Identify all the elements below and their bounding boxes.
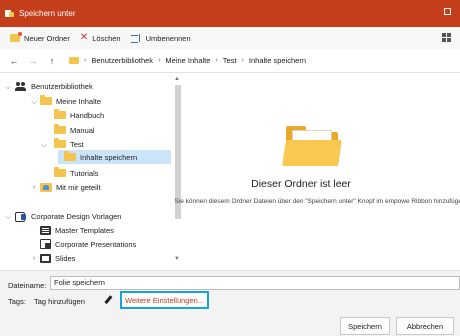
- chevron-down-icon[interactable]: ⌵: [4, 84, 12, 92]
- back-icon[interactable]: ←: [9, 56, 19, 66]
- new-folder-label: Neuer Ordner: [24, 33, 70, 43]
- more-settings-link[interactable]: Weitere Einstellungen...: [120, 291, 210, 309]
- breadcrumb-item[interactable]: Meine Inhalte: [165, 56, 210, 65]
- chevron-right-icon[interactable]: ›: [30, 255, 38, 262]
- tree-item-label: Benutzerbibliothek: [31, 81, 93, 91]
- forward-icon[interactable]: →: [28, 56, 38, 66]
- tree-item-tutorials[interactable]: Tutorials: [54, 166, 98, 180]
- scroll-down-icon[interactable]: ▼: [174, 256, 180, 262]
- tree-item-label: Slides: [55, 253, 76, 263]
- save-button[interactable]: Speichern: [340, 317, 390, 335]
- breadcrumb-separator: ›: [241, 57, 244, 64]
- breadcrumb-item[interactable]: Benutzerbibliothek: [91, 56, 153, 65]
- tree-item-label: Manual: [70, 125, 95, 135]
- toolbar: Neuer Ordner ✕ Löschen Umbenennen: [0, 27, 460, 49]
- folder-icon: [54, 138, 66, 148]
- empty-state-description: Sie können diesem Ordner Dateien über de…: [174, 198, 460, 205]
- breadcrumb-separator: ›: [158, 57, 161, 64]
- tree-item-label: Mit mir geteilt: [56, 182, 101, 192]
- breadcrumb-item[interactable]: Test: [223, 56, 237, 65]
- folder-tree: ⌵ Benutzerbibliothek ⌵ Meine Inhalte Han…: [0, 74, 184, 264]
- tree-item-test[interactable]: Test: [54, 137, 84, 151]
- people-icon: [15, 81, 27, 91]
- delete-icon: ✕: [79, 32, 89, 43]
- title-bar: Speichern unter: [0, 0, 460, 27]
- rename-icon: [130, 34, 142, 43]
- tree-item-my-content[interactable]: Meine Inhalte: [40, 94, 101, 108]
- window-title: Speichern unter: [19, 9, 76, 18]
- more-settings-label: Weitere Einstellungen...: [125, 295, 205, 305]
- tree-item-master-templates[interactable]: Master Templates: [40, 223, 114, 237]
- filename-input[interactable]: Folie speichern: [50, 276, 460, 290]
- tree-item-shared-with-me[interactable]: Mit mir geteilt: [40, 180, 101, 194]
- folder-icon: [54, 124, 66, 134]
- tree-item-manual[interactable]: Manual: [54, 123, 95, 137]
- tree-item-label: Inhalte speichern: [80, 152, 138, 162]
- app-icon: [5, 9, 14, 18]
- tags-label: Tags:: [8, 297, 26, 306]
- address-bar: ← → ↑ › Benutzerbibliothek › Meine Inhal…: [0, 49, 460, 73]
- tree-item-label: Corporate Design Vorlagen: [31, 211, 122, 221]
- folder-icon: [40, 95, 52, 105]
- tree-item-label: Test: [70, 139, 84, 149]
- add-tag-link[interactable]: Tag hinzufügen: [34, 297, 85, 306]
- tree-item-user-library[interactable]: Benutzerbibliothek: [15, 79, 93, 93]
- maximize-button[interactable]: [444, 8, 451, 15]
- breadcrumb-item[interactable]: Inhalte speichern: [249, 56, 306, 65]
- slides-icon: [40, 253, 51, 263]
- library-icon: [15, 211, 27, 222]
- tree-item-label: Corporate Presentations: [55, 239, 137, 249]
- folder-icon: [64, 151, 76, 161]
- tree-item-handbuch[interactable]: Handbuch: [54, 108, 104, 122]
- tree-item-corporate-presentations[interactable]: Corporate Presentations: [40, 237, 136, 251]
- rename-label: Umbenennen: [145, 33, 191, 43]
- empty-state-title: Dieser Ordner ist leer: [251, 178, 351, 190]
- rename-button[interactable]: Umbenennen: [130, 30, 191, 46]
- breadcrumb-separator: ›: [215, 57, 218, 64]
- tree-item-label: Tutorials: [70, 168, 99, 178]
- folder-icon: [69, 57, 79, 64]
- tree-item-corporate-design[interactable]: Corporate Design Vorlagen: [15, 209, 121, 223]
- filename-label: Dateiname:: [8, 281, 47, 290]
- delete-button[interactable]: ✕ Löschen: [80, 30, 121, 46]
- breadcrumb-separator: ›: [84, 57, 87, 64]
- folder-icon: [54, 167, 66, 177]
- tree-item-save-content[interactable]: Inhalte speichern: [58, 150, 171, 164]
- pencil-icon[interactable]: [104, 296, 112, 304]
- chevron-down-icon[interactable]: ⌵: [40, 142, 48, 150]
- empty-folder-icon: [282, 126, 342, 166]
- save-footer: Dateiname: Folie speichern Tags: Tag hin…: [0, 270, 460, 336]
- delete-label: Löschen: [92, 33, 121, 43]
- template-icon: [40, 225, 51, 235]
- tree-item-label: Master Templates: [55, 225, 115, 235]
- new-folder-button[interactable]: Neuer Ordner: [10, 30, 70, 46]
- folder-icon: [54, 109, 66, 119]
- chevron-down-icon[interactable]: ⌵: [30, 99, 38, 107]
- sidebar-scrollbar[interactable]: ▲ ▼: [173, 74, 182, 264]
- cancel-button[interactable]: Abbrechen: [396, 317, 454, 335]
- up-icon[interactable]: ↑: [47, 56, 57, 66]
- shared-folder-icon: [40, 182, 52, 192]
- tree-item-label: Handbuch: [70, 110, 105, 120]
- tree-item-slides[interactable]: Slides: [40, 251, 75, 264]
- presentation-icon: [40, 239, 51, 249]
- scroll-up-icon[interactable]: ▲: [174, 76, 180, 82]
- chevron-down-icon[interactable]: ⌵: [4, 214, 12, 222]
- tree-item-label: Meine Inhalte: [56, 96, 102, 106]
- file-list-area: Dieser Ordner ist leer Sie können diesem…: [174, 74, 460, 264]
- chevron-right-icon[interactable]: ›: [30, 184, 38, 191]
- view-toggle-icon[interactable]: [442, 33, 451, 42]
- new-folder-icon: [10, 32, 22, 42]
